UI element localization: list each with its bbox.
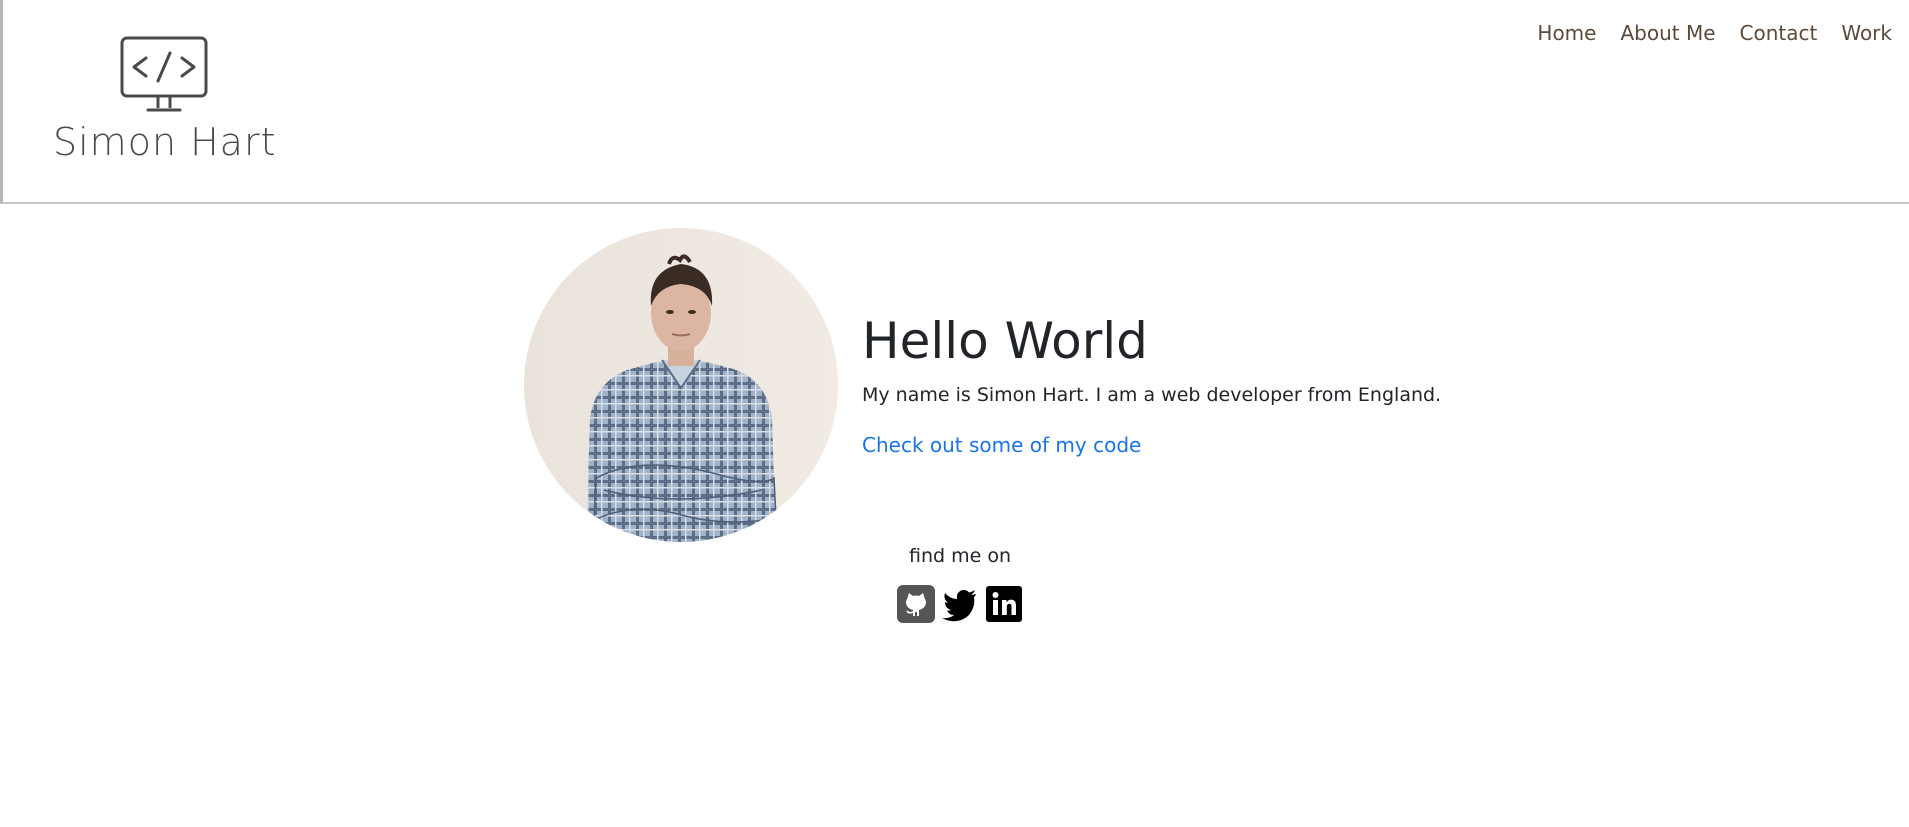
nav-home[interactable]: Home <box>1525 20 1608 46</box>
nav-work[interactable]: Work <box>1829 20 1892 46</box>
site-header: Simon Hart Home About Me Contact Work <box>0 0 1909 204</box>
social-icons <box>880 585 1040 623</box>
profile-photo <box>524 228 838 542</box>
code-link[interactable]: Check out some of my code <box>862 432 1141 458</box>
page-title: Hello World <box>862 312 1148 370</box>
nav-contact[interactable]: Contact <box>1728 20 1830 46</box>
intro-section: Hello World My name is Simon Hart. I am … <box>862 310 1562 458</box>
logo-text: Simon Hart <box>53 120 277 164</box>
social-section: find me on <box>880 543 1040 623</box>
linkedin-icon[interactable] <box>985 585 1023 623</box>
profile-photo-illustration <box>524 228 838 542</box>
code-monitor-icon <box>120 36 208 112</box>
github-icon[interactable] <box>897 585 935 623</box>
social-label: find me on <box>908 545 1011 567</box>
nav-about-me[interactable]: About Me <box>1608 20 1727 46</box>
intro-text: My name is Simon Hart. I am a web develo… <box>862 384 1442 406</box>
site-logo[interactable]: Simon Hart <box>53 36 277 166</box>
main-nav: Home About Me Contact Work <box>1525 20 1892 46</box>
twitter-icon[interactable] <box>941 585 979 623</box>
